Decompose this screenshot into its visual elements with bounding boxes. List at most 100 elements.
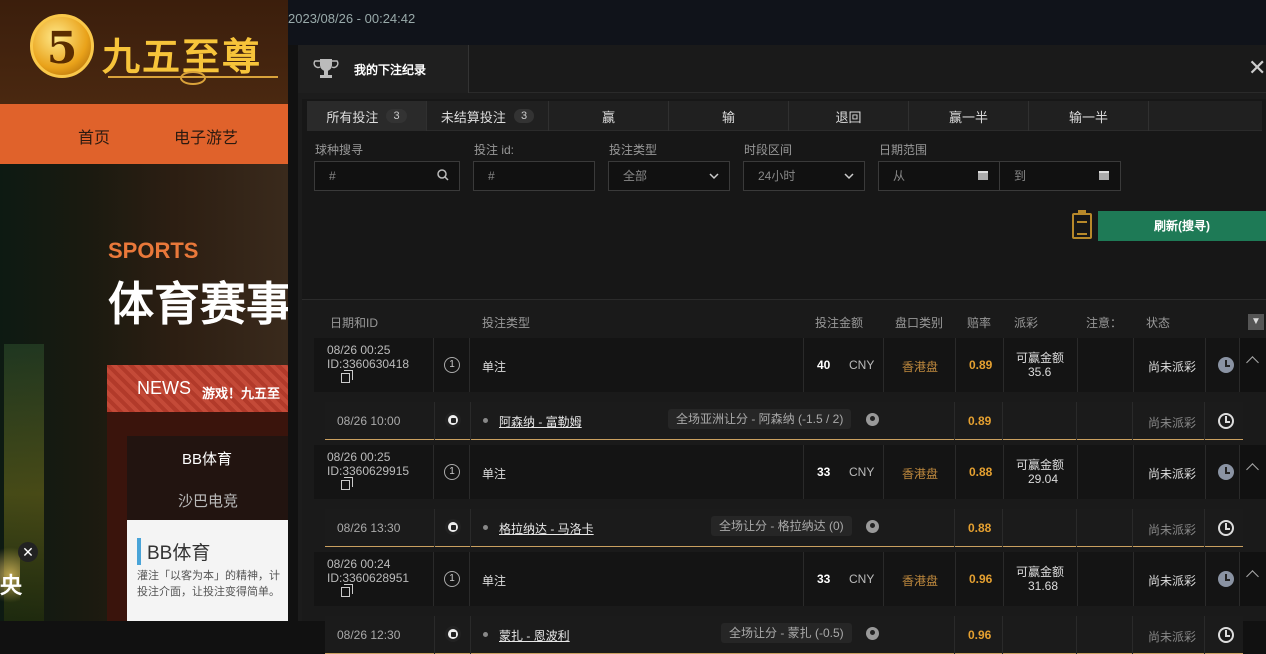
sel-teams[interactable]: 蒙扎 - 恩波利 [499,627,570,644]
sel-cell-note [1077,616,1133,654]
background-site: 5 九五至尊 首页 电子游艺 SPORTS 体育赛事 NEWS 游戏！九五至 B… [0,0,288,621]
clock-icon[interactable] [1218,571,1234,587]
tab-win[interactable]: 赢 [549,101,669,131]
modal-title-tab[interactable]: 我的下注纪录 [298,45,469,93]
bullet-dot [483,418,488,423]
bet-date: 08/26 00:24 [327,557,391,571]
tab-label: 未结算投注 [440,109,506,125]
soccer-ball-icon [445,626,461,642]
sport-search-placeholder: # [329,169,336,183]
bet-status: 尚未派彩 [1148,574,1197,588]
tab-half-lose[interactable]: 输一半 [1029,101,1149,131]
col-bet-type: 投注类型 [482,316,531,330]
tab-lose[interactable]: 输 [669,101,789,131]
close-icon[interactable]: ✕ [1248,57,1266,79]
selection-row: 08/26 13:30 格拉纳达 - 马洛卡 全场让分 - 格拉纳达 (0) 0… [325,509,1243,547]
sel-teams[interactable]: 格拉纳达 - 马洛卡 [499,520,594,537]
selection-row: 08/26 12:30 蒙扎 - 恩波利 全场让分 - 蒙扎 (-0.5) 0.… [325,616,1243,654]
clock-icon[interactable] [1218,413,1234,429]
nav-home[interactable]: 首页 [78,124,110,148]
payout-value: 35.6 [1028,365,1052,379]
clock-icon[interactable] [1218,357,1234,373]
tab-saba-esports[interactable]: 沙巴电竞 [178,490,238,511]
card-desc: 灌注「以客为本」的精神，计投注介面，让投注变得简单。 [137,570,280,598]
modal-header: 我的下注纪录 ✕ [298,45,1266,93]
sport-search-label: 球种搜寻 [315,143,364,157]
sel-cell-market [883,616,955,654]
cell-date-id: 08/26 00:24 ID:3360628951 [314,552,434,606]
bet-type-label: 投注类型 [609,143,658,157]
tab-all-bets[interactable]: 所有投注 3 [307,101,427,131]
news-bar: NEWS 游戏！九五至 [107,365,288,412]
news-label: NEWS [137,378,191,398]
period-select[interactable]: 24小时 [743,161,865,191]
sel-date: 08/26 12:30 [337,628,401,642]
collapse-all-button[interactable]: ▼ [1248,314,1264,330]
bet-type-select[interactable]: 全部 [608,161,730,191]
site-nav: 首页 电子游艺 [0,104,288,164]
copy-icon[interactable] [341,370,353,383]
sel-market: 全场亚洲让分 - 阿森纳 (-1.5 / 2) [668,409,852,429]
clock-icon[interactable] [1218,627,1234,643]
clipboard-icon[interactable] [1072,210,1092,239]
tab-half-win[interactable]: 赢一半 [909,101,1029,131]
bet-id: ID:3360629915 [327,464,410,478]
chevron-up-icon[interactable] [1246,356,1259,369]
bet-amount: 33 [817,572,831,586]
tab-label: 所有投注 [326,109,379,125]
bet-currency: CNY [849,465,875,479]
chevron-up-icon[interactable] [1246,463,1259,476]
clock-icon[interactable] [1218,464,1234,480]
bet-id: ID:3360630418 [327,357,410,371]
sel-teams[interactable]: 阿森纳 - 富勒姆 [499,413,582,430]
sel-cell-payout [1003,509,1077,547]
sport-search-input[interactable]: # [314,161,460,191]
cell-type [470,338,804,392]
sel-date: 08/26 13:30 [337,521,401,535]
bet-row: 08/26 00:24 ID:3360628951 1 单注 33 CNY 香港… [314,552,1266,606]
float-close-icon[interactable]: ✕ [18,542,38,562]
col-payout: 派彩 [1014,316,1039,330]
bullet-dot [483,525,488,530]
sports-label: SPORTS [108,238,199,263]
sel-odds: 0.89 [968,414,992,428]
sel-status: 尚未派彩 [1148,523,1197,537]
site-header: 5 九五至尊 [0,0,288,104]
bet-type: 单注 [482,467,507,481]
date-from-input[interactable]: 从 [878,161,1000,191]
bet-row: 08/26 00:25 ID:3360629915 1 单注 33 CNY 香港… [314,445,1266,499]
bet-id-input[interactable]: # [473,161,595,191]
cell-type [470,552,804,606]
bet-count-icon: 1 [444,571,460,587]
bet-count-icon: 1 [444,357,460,373]
copy-icon[interactable] [341,584,353,597]
refresh-search-button[interactable]: 刷新(搜寻) [1098,211,1266,241]
tab-bb-sports[interactable]: BB体育 [182,448,232,469]
tab-count: 3 [513,109,535,123]
tab-unsettled[interactable]: 未结算投注 3 [427,101,549,131]
modal-title: 我的下注纪录 [354,63,427,77]
user-icon [866,520,879,533]
news-ticker: 游戏！九五至 [202,386,281,401]
nav-egames[interactable]: 电子游艺 [174,124,238,148]
sel-cell-market [883,509,955,547]
clock-icon[interactable] [1218,520,1234,536]
sel-market: 全场让分 - 蒙扎 (-0.5) [721,623,852,643]
col-market: 盘口类别 [895,316,944,330]
copy-icon[interactable] [341,477,353,490]
chevron-up-icon[interactable] [1246,570,1259,583]
col-note: 注意： [1086,316,1123,330]
user-icon [866,627,879,640]
cell-date-id: 08/26 00:25 ID:3360629915 [314,445,434,499]
soccer-ball-icon [445,519,461,535]
period-label: 时段区间 [744,143,793,157]
bet-market: 香港盘 [902,467,939,481]
col-status: 状态 [1146,316,1171,330]
tab-refund[interactable]: 退回 [789,101,909,131]
chevron-down-icon [844,173,854,180]
date-to-input[interactable]: 到 [999,161,1121,191]
bet-type: 单注 [482,360,507,374]
trophy-icon [313,59,339,78]
cell-date-id: 08/26 00:25 ID:3360630418 [314,338,434,392]
bet-amount: 40 [817,358,831,372]
